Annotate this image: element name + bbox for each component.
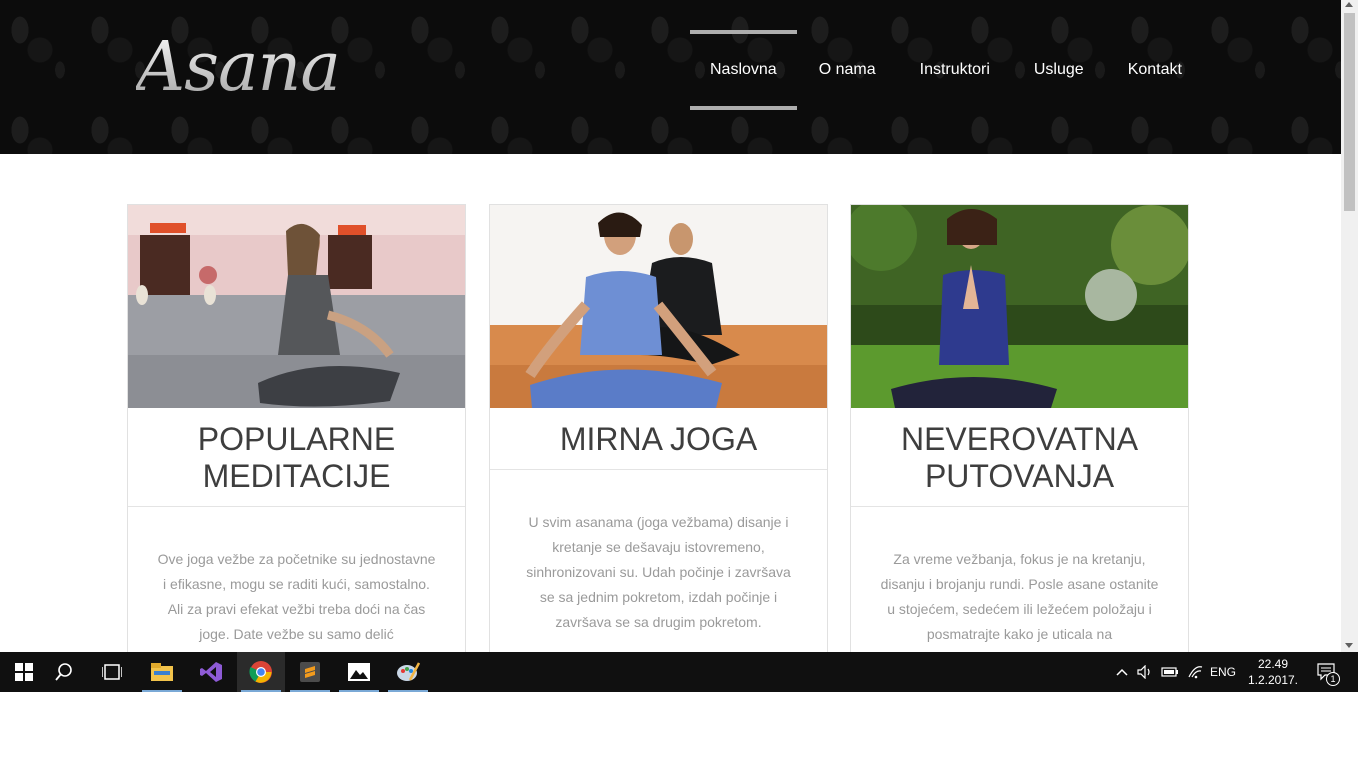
scroll-thumb[interactable] — [1344, 13, 1355, 211]
volume-icon[interactable] — [1134, 652, 1156, 692]
logo-text: Asana — [136, 26, 341, 110]
clock[interactable]: 22.49 1.2.2017. — [1244, 656, 1302, 688]
battery-icon[interactable] — [1158, 652, 1182, 692]
card-divider — [490, 469, 827, 470]
nav-item-usluge[interactable]: Usluge — [1012, 30, 1106, 110]
browser-viewport: Asana Naslovna O nama Instruktori Usluge… — [0, 0, 1341, 652]
nav-item-o-nama[interactable]: O nama — [797, 30, 898, 110]
scroll-up-arrow-icon[interactable] — [1345, 2, 1353, 7]
outdoor-meditation-photo — [851, 205, 1188, 408]
paint-icon[interactable] — [384, 652, 432, 692]
card-title: MIRNA JOGA — [559, 421, 758, 457]
wifi-icon[interactable] — [1184, 652, 1206, 692]
card-image-yoga[interactable] — [490, 205, 827, 408]
meditation-photo — [128, 205, 465, 408]
yoga-photo — [490, 205, 827, 408]
nav-item-kontakt[interactable]: Kontakt — [1106, 30, 1204, 110]
window-edge — [1358, 0, 1366, 692]
clock-time: 22.49 — [1257, 657, 1289, 671]
task-view-icon[interactable] — [88, 652, 136, 692]
file-explorer-icon[interactable] — [138, 652, 186, 692]
feature-card: MIRNA JOGA U svim asanama (joga vežbama)… — [489, 204, 828, 652]
desktop-background — [0, 692, 1366, 768]
feature-card: POPULARNE MEDITACIJE Ove joga vežbe za p… — [127, 204, 466, 652]
site-logo[interactable]: Asana — [136, 26, 341, 110]
visual-studio-icon[interactable] — [187, 652, 235, 692]
card-image-meditation[interactable] — [128, 205, 465, 408]
page-scrollbar[interactable] — [1341, 0, 1358, 652]
taskbar: ENG 22.49 1.2.2017. 1 — [0, 652, 1358, 692]
photos-icon[interactable] — [335, 652, 383, 692]
clock-date: 1.2.2017. — [1247, 673, 1299, 687]
nav-item-naslovna[interactable]: Naslovna — [690, 30, 797, 110]
feature-card: NEVEROVATNA PUTOVANJA Za vreme vežbanja,… — [850, 204, 1189, 652]
card-title: NEVEROVATNA PUTOVANJA — [900, 421, 1139, 494]
nav-item-instruktori[interactable]: Instruktori — [898, 30, 1012, 110]
card-divider — [851, 506, 1188, 507]
search-icon[interactable] — [40, 652, 88, 692]
card-title: POPULARNE MEDITACIJE — [197, 421, 396, 494]
chrome-icon[interactable] — [237, 652, 285, 692]
chevron-up-icon[interactable] — [1112, 652, 1132, 692]
card-text: Ove joga vežbe za početnike su jednostav… — [157, 551, 436, 642]
main-nav: Naslovna O nama Instruktori Usluge Konta… — [690, 30, 1204, 110]
language-indicator[interactable]: ENG — [1206, 652, 1240, 692]
notification-center-icon[interactable]: 1 — [1312, 652, 1342, 692]
card-image-outdoor[interactable] — [851, 205, 1188, 408]
card-divider — [128, 506, 465, 507]
notification-count-badge: 1 — [1326, 672, 1340, 686]
card-text: U svim asanama (joga vežbama) disanje i … — [526, 514, 791, 630]
sublime-text-icon[interactable] — [286, 652, 334, 692]
site-header: Asana Naslovna O nama Instruktori Usluge… — [0, 0, 1341, 154]
scroll-down-arrow-icon[interactable] — [1345, 643, 1353, 648]
card-text: Za vreme vežbanja, fokus je na kretanju,… — [880, 551, 1159, 642]
